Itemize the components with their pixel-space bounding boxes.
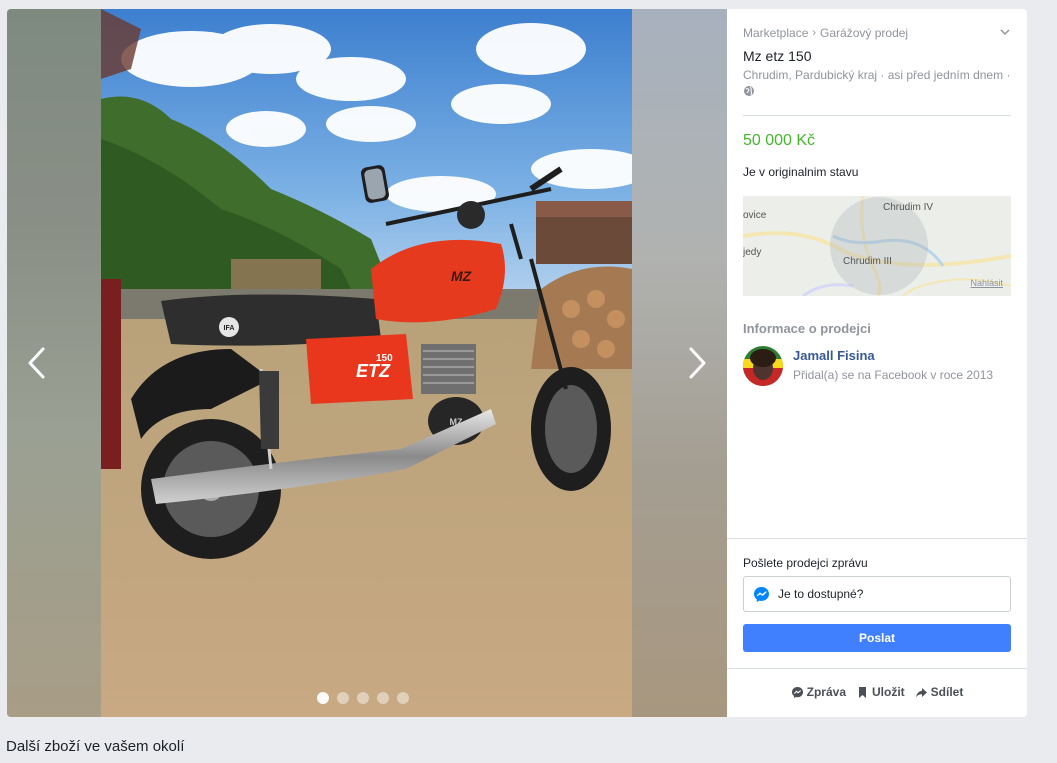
- svg-text:MZ: MZ: [451, 268, 472, 284]
- location-map[interactable]: Chrudim IV Chrudim III ovice jedy Nahlás…: [743, 196, 1011, 296]
- chevron-left-icon: [28, 347, 45, 379]
- svg-text:ETZ: ETZ: [356, 361, 391, 381]
- photo-dot[interactable]: [377, 692, 389, 704]
- messenger-icon: [754, 586, 769, 602]
- seller-joined-text: Přidal(a) se na Facebook v roce 2013: [793, 368, 994, 382]
- previous-photo-button[interactable]: [19, 343, 55, 383]
- seller-heading: Informace o prodejci: [743, 321, 871, 336]
- listing-details-panel: Marketplace › Garážový prodej Mz etz 150…: [727, 9, 1027, 717]
- save-label: Uložit: [872, 685, 905, 699]
- photo-dot[interactable]: [397, 692, 409, 704]
- motorcycle-photo: IFA MZ ETZ 150 MZ: [101, 9, 632, 717]
- map-label-jedy: jedy: [743, 247, 762, 258]
- divider: [727, 668, 1027, 669]
- message-action-label: Zpráva: [806, 685, 846, 699]
- message-input[interactable]: Je to dostupné?: [743, 576, 1011, 612]
- chevron-down-icon[interactable]: [999, 26, 1011, 38]
- avatar-image: [743, 346, 783, 386]
- message-prefill: Je to dostupné?: [778, 587, 864, 601]
- breadcrumb-marketplace[interactable]: Marketplace: [743, 26, 808, 40]
- listing-title: Mz etz 150: [743, 48, 812, 64]
- chevron-right-icon: [689, 347, 706, 379]
- svg-text:150: 150: [376, 353, 393, 364]
- photo-dot[interactable]: [337, 692, 349, 704]
- divider: [743, 115, 1011, 116]
- listing-actions: Zpráva Uložit Sdílet: [727, 685, 1027, 699]
- location-text: Chrudim, Pardubický kraj · asi před jedn…: [743, 68, 1011, 82]
- next-photo-button[interactable]: [679, 343, 715, 383]
- breadcrumb-separator: ›: [812, 27, 817, 39]
- breadcrumb-category[interactable]: Garážový prodej: [820, 26, 908, 40]
- nearby-items-heading: Další zboží ve vašem okolí: [6, 738, 185, 755]
- message-action-button[interactable]: Zpráva: [791, 685, 846, 699]
- map-report-link[interactable]: Nahlásit: [970, 278, 1003, 288]
- share-button[interactable]: Sdílet: [915, 685, 964, 699]
- share-label: Sdílet: [930, 685, 964, 699]
- photo-pagination: [317, 692, 409, 704]
- map-label-ovice: ovice: [743, 210, 767, 221]
- listing-price: 50 000 Kč: [743, 132, 816, 149]
- messenger-outline-icon: [791, 686, 803, 698]
- save-bookmark-icon: [859, 686, 866, 698]
- message-heading: Pošlete prodejci zprávu: [743, 556, 868, 570]
- photo-gallery: IFA MZ ETZ 150 MZ: [7, 9, 727, 717]
- listing-description: Je v originalnim stavu: [743, 165, 859, 179]
- map-label-chrudim-iii: Chrudim III: [843, 256, 892, 267]
- share-arrow-icon: [915, 687, 927, 697]
- breadcrumb: Marketplace › Garážový prodej: [743, 26, 908, 40]
- map-label-chrudim-iv: Chrudim IV: [883, 202, 934, 213]
- seller-name-link[interactable]: Jamall Fisina: [793, 348, 875, 363]
- listing-card: IFA MZ ETZ 150 MZ Marketplace › Garážový…: [7, 9, 1027, 717]
- svg-text:IFA: IFA: [224, 325, 235, 332]
- photo-dot[interactable]: [317, 692, 329, 704]
- save-button[interactable]: Uložit: [856, 685, 905, 699]
- listing-photo[interactable]: IFA MZ ETZ 150 MZ: [101, 9, 632, 717]
- send-message-button[interactable]: Poslat: [743, 624, 1011, 652]
- seller-avatar[interactable]: [743, 346, 783, 386]
- globe-icon: [744, 86, 754, 96]
- listing-location: Chrudim, Pardubický kraj · asi před jedn…: [743, 67, 1015, 99]
- photo-dot[interactable]: [357, 692, 369, 704]
- divider: [727, 538, 1027, 539]
